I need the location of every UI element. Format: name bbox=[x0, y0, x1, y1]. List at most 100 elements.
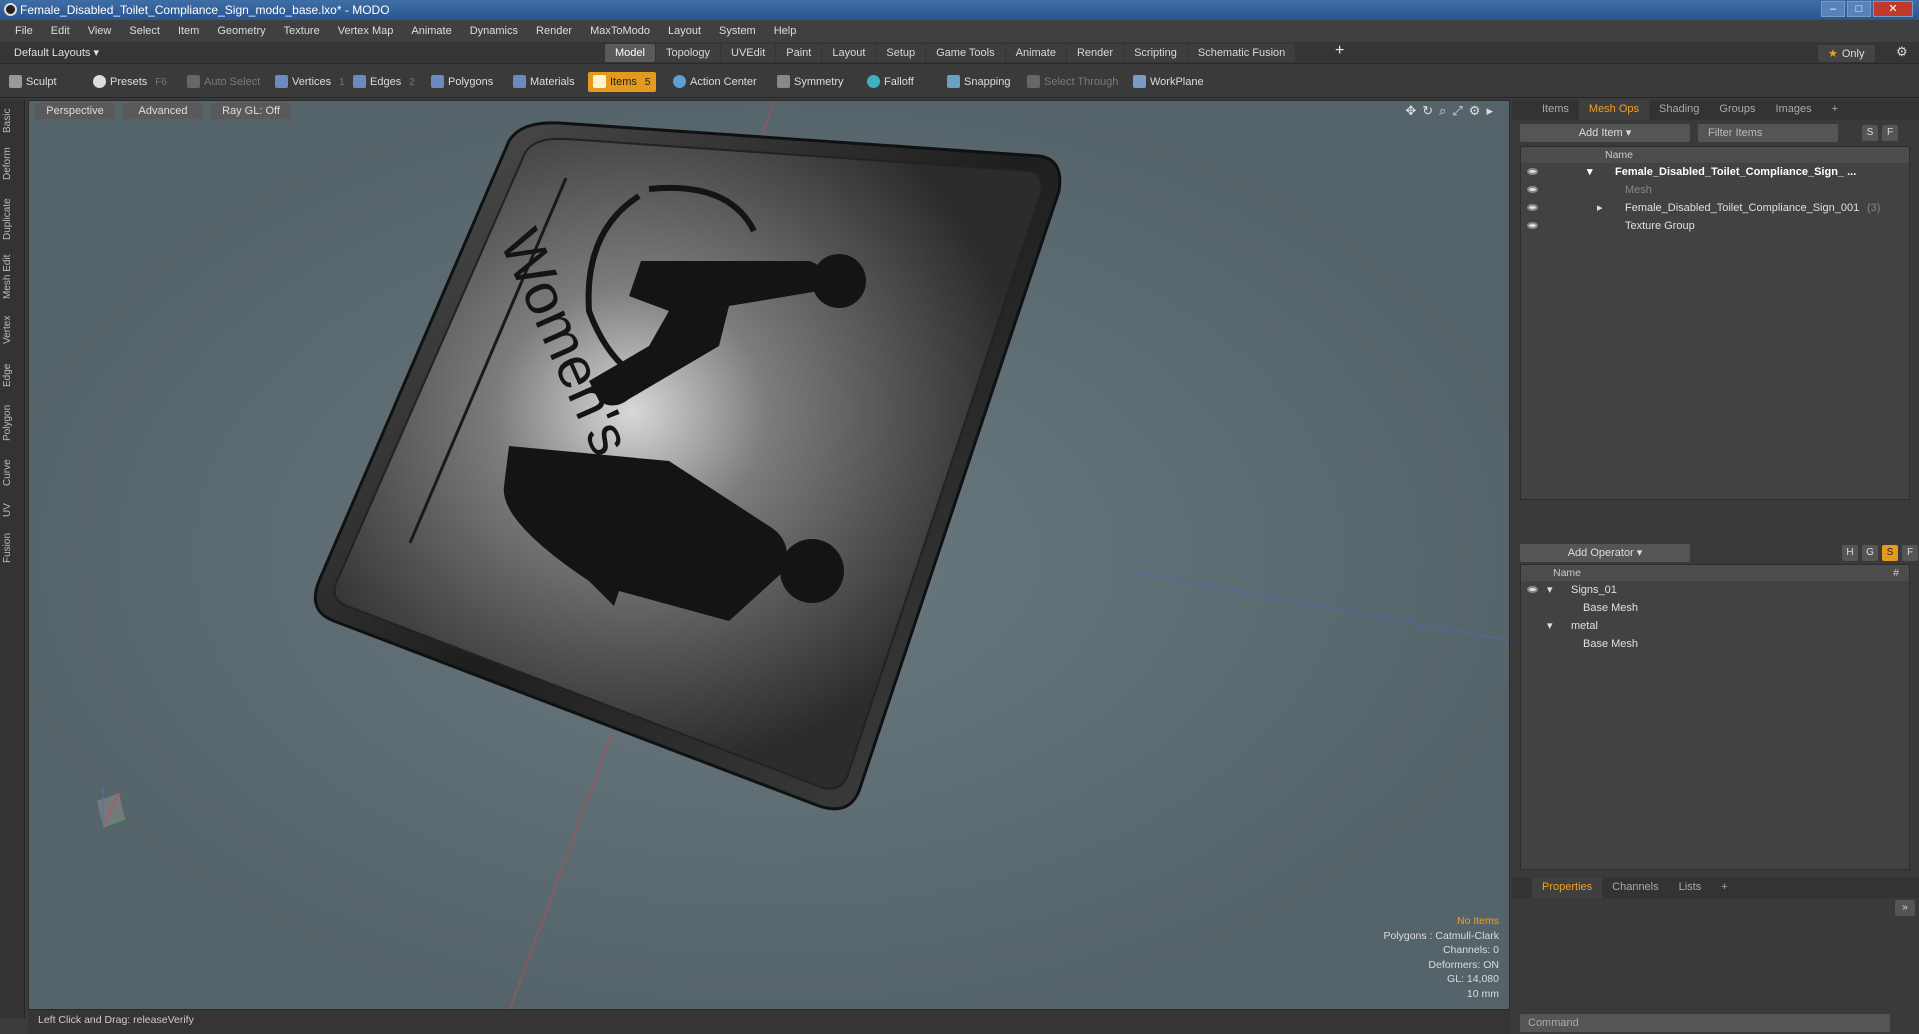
only-toggle[interactable]: ★ Only bbox=[1818, 45, 1875, 62]
add-item-button[interactable]: Add Item ▾ bbox=[1520, 124, 1690, 142]
vtab-vertex[interactable]: Vertex bbox=[2, 310, 22, 350]
list-item[interactable]: ▾ Signs_01 bbox=[1521, 581, 1909, 599]
add-operator-button[interactable]: Add Operator ▾ bbox=[1520, 544, 1690, 562]
vtab-mesh-edit[interactable]: Mesh Edit bbox=[2, 252, 22, 302]
tab-mesh-ops[interactable]: Mesh Ops bbox=[1578, 100, 1650, 120]
tab-setup[interactable]: Setup bbox=[876, 44, 926, 62]
add-tab-button[interactable]: + bbox=[1335, 42, 1344, 60]
menu-maxtomodo[interactable]: MaxToModo bbox=[590, 25, 650, 37]
edges-button[interactable]: Edges 2 bbox=[348, 72, 421, 92]
menu-view[interactable]: View bbox=[88, 25, 112, 37]
maximize-button[interactable]: □ bbox=[1847, 1, 1871, 17]
vtab-fusion[interactable]: Fusion bbox=[2, 528, 22, 568]
expand-arrow-icon[interactable]: ▾ bbox=[1547, 617, 1553, 635]
list-item[interactable]: ▸ Female_Disabled_Toilet_Compliance_Sign_… bbox=[1521, 199, 1909, 217]
command-input[interactable]: Command bbox=[1520, 1014, 1890, 1032]
visibility-eye-icon[interactable] bbox=[1527, 222, 1538, 229]
menu-render[interactable]: Render bbox=[536, 25, 572, 37]
tab-animate[interactable]: Animate bbox=[1005, 44, 1066, 62]
default-layouts-dropdown[interactable]: Default Layouts ▾ bbox=[14, 46, 99, 59]
list-item[interactable]: Mesh bbox=[1521, 181, 1909, 199]
list-item[interactable]: Base Mesh bbox=[1521, 635, 1909, 653]
tab-layout[interactable]: Layout bbox=[822, 44, 876, 62]
items-button[interactable]: Items 5 bbox=[588, 72, 657, 92]
falloff-button[interactable]: Falloff bbox=[862, 72, 920, 92]
tab-model[interactable]: Model bbox=[605, 44, 655, 62]
tab-topology[interactable]: Topology bbox=[655, 44, 721, 62]
menu-animate[interactable]: Animate bbox=[411, 25, 451, 37]
raygl-toggle[interactable]: Ray GL: Off bbox=[211, 103, 291, 119]
tab-lists[interactable]: Lists bbox=[1669, 878, 1712, 898]
tab-images[interactable]: Images bbox=[1766, 100, 1822, 120]
snapping-button[interactable]: Snapping bbox=[942, 72, 1017, 92]
perspective-dropdown[interactable]: Perspective bbox=[35, 103, 115, 119]
expand-properties-button[interactable]: » bbox=[1895, 900, 1915, 916]
select-through-button[interactable]: Select Through bbox=[1022, 72, 1124, 92]
minimize-button[interactable]: – bbox=[1821, 1, 1845, 17]
filter-items-input[interactable]: Filter Items bbox=[1698, 124, 1838, 142]
visibility-eye-icon[interactable] bbox=[1527, 168, 1538, 175]
tab-game-tools[interactable]: Game Tools bbox=[926, 44, 1005, 62]
tab-properties[interactable]: Properties bbox=[1532, 878, 1603, 898]
polygons-button[interactable]: Polygons bbox=[426, 72, 499, 92]
vtab-curve[interactable]: Curve bbox=[2, 454, 22, 492]
tab-scripting[interactable]: Scripting bbox=[1124, 44, 1187, 62]
expand-arrow-icon[interactable]: ▸ bbox=[1597, 199, 1603, 217]
menu-vertex-map[interactable]: Vertex Map bbox=[338, 25, 394, 37]
expand-arrow-icon[interactable]: ▾ bbox=[1587, 163, 1593, 181]
menu-item[interactable]: Item bbox=[178, 25, 199, 37]
gear-icon[interactable]: ⚙ bbox=[1896, 44, 1908, 60]
presets-button[interactable]: Presets F6 bbox=[88, 72, 173, 92]
vertices-button[interactable]: Vertices 1 bbox=[270, 72, 351, 92]
tab-render[interactable]: Render bbox=[1066, 44, 1124, 62]
visibility-eye-icon[interactable] bbox=[1527, 204, 1538, 211]
list-item[interactable]: ▾ Female_Disabled_Toilet_Compliance_Sign_… bbox=[1521, 163, 1909, 181]
tab-paint[interactable]: Paint bbox=[776, 44, 822, 62]
menu-geometry[interactable]: Geometry bbox=[217, 25, 265, 37]
shading-dropdown[interactable]: Advanced bbox=[123, 103, 203, 119]
tab-groups[interactable]: Groups bbox=[1709, 100, 1765, 120]
tab-uvedit[interactable]: UVEdit bbox=[721, 44, 776, 62]
action-center-button[interactable]: Action Center bbox=[668, 72, 763, 92]
vtab-deform[interactable]: Deform bbox=[2, 144, 22, 184]
list-item[interactable]: ▾ metal bbox=[1521, 617, 1909, 635]
list-item[interactable]: Base Mesh bbox=[1521, 599, 1909, 617]
symmetry-button[interactable]: Symmetry bbox=[772, 72, 850, 92]
g-button[interactable]: G bbox=[1862, 545, 1878, 561]
add-panel-tab-button[interactable]: + bbox=[1822, 100, 1848, 120]
menu-help[interactable]: Help bbox=[774, 25, 797, 37]
tab-schematic-fusion[interactable]: Schematic Fusion bbox=[1187, 44, 1296, 62]
menu-system[interactable]: System bbox=[719, 25, 756, 37]
add-panel-tab-button[interactable]: + bbox=[1711, 878, 1737, 898]
s-toggle-button[interactable]: S bbox=[1882, 545, 1898, 561]
list-item[interactable]: Texture Group bbox=[1521, 217, 1909, 235]
tab-items[interactable]: Items bbox=[1532, 100, 1579, 120]
menu-edit[interactable]: Edit bbox=[51, 25, 70, 37]
close-button[interactable]: ✕ bbox=[1873, 1, 1913, 17]
visibility-eye-icon[interactable] bbox=[1527, 186, 1538, 193]
tab-channels[interactable]: Channels bbox=[1602, 878, 1668, 898]
menu-file[interactable]: File bbox=[15, 25, 33, 37]
expand-arrow-icon[interactable]: ▾ bbox=[1547, 581, 1553, 599]
visibility-eye-icon[interactable] bbox=[1527, 586, 1538, 593]
vtab-polygon[interactable]: Polygon bbox=[2, 400, 22, 446]
materials-button[interactable]: Materials bbox=[508, 72, 581, 92]
h-button[interactable]: H bbox=[1842, 545, 1858, 561]
auto-select-button[interactable]: Auto Select bbox=[182, 72, 266, 92]
vtab-basic[interactable]: Basic bbox=[2, 104, 22, 138]
menu-select[interactable]: Select bbox=[129, 25, 160, 37]
viewport-nav-icons[interactable]: ✥↻⌕⤢⚙▸ bbox=[1405, 103, 1499, 119]
menu-layout[interactable]: Layout bbox=[668, 25, 701, 37]
f-button[interactable]: F bbox=[1882, 125, 1898, 141]
workplane-button[interactable]: WorkPlane bbox=[1128, 72, 1210, 92]
menu-dynamics[interactable]: Dynamics bbox=[470, 25, 518, 37]
3d-viewport[interactable]: Women's Perspective Advanced Ray GL: Off… bbox=[28, 100, 1510, 1010]
vtab-edge[interactable]: Edge bbox=[2, 358, 22, 392]
s-button[interactable]: S bbox=[1862, 125, 1878, 141]
f-toggle-button[interactable]: F bbox=[1902, 545, 1918, 561]
tab-shading[interactable]: Shading bbox=[1649, 100, 1709, 120]
sculpt-button[interactable]: Sculpt bbox=[4, 72, 63, 92]
vtab-uv[interactable]: UV bbox=[2, 500, 22, 520]
vtab-duplicate[interactable]: Duplicate bbox=[2, 192, 22, 246]
menu-texture[interactable]: Texture bbox=[284, 25, 320, 37]
